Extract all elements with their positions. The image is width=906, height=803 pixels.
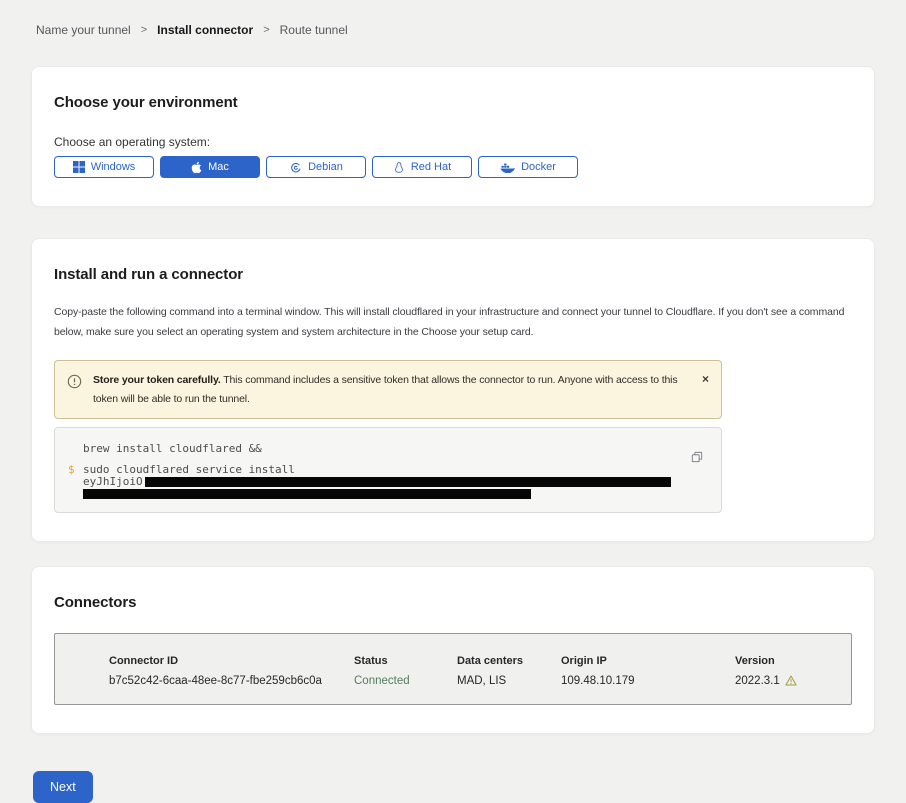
- os-button-label: Windows: [91, 161, 136, 173]
- table-row: b7c52c42-6caa-48ee-8c77-fbe259cb6c0a Con…: [109, 675, 851, 687]
- breadcrumb-separator: >: [141, 24, 147, 36]
- breadcrumb-step-install-connector[interactable]: Install connector: [157, 23, 253, 37]
- os-button-label: Mac: [208, 161, 229, 173]
- install-card-title: Install and run a connector: [54, 266, 852, 283]
- code-line-token-continued: [83, 488, 681, 500]
- header-origin-ip: Origin IP: [561, 655, 735, 667]
- choose-environment-card: Choose your environment Choose an operat…: [31, 66, 875, 207]
- cell-origin-ip: 109.48.10.179: [561, 675, 735, 687]
- header-data-centers: Data centers: [457, 655, 561, 667]
- connectors-card-title: Connectors: [54, 594, 852, 611]
- install-instructions: Copy-paste the following command into a …: [54, 302, 852, 343]
- status-badge: Connected: [354, 675, 457, 687]
- token-warning-text: Store your token carefully. This command…: [93, 374, 677, 405]
- code-line-sudo: $ sudo cloudflared service install: [83, 464, 681, 476]
- shell-prompt: $: [68, 464, 75, 476]
- install-connector-card: Install and run a connector Copy-paste t…: [31, 238, 875, 542]
- cell-version: 2022.3.1: [735, 675, 851, 687]
- table-header-row: Connector ID Status Data centers Origin …: [109, 655, 851, 667]
- breadcrumb-separator: >: [263, 24, 269, 36]
- redhat-icon: [393, 161, 405, 174]
- cell-connector-id: b7c52c42-6caa-48ee-8c77-fbe259cb6c0a: [109, 675, 354, 687]
- copy-icon[interactable]: [691, 451, 703, 466]
- breadcrumb-step-name-your-tunnel[interactable]: Name your tunnel: [36, 23, 131, 37]
- environment-card-title: Choose your environment: [54, 94, 852, 111]
- os-button-group: Windows Mac Debian Red Hat Docker: [54, 156, 852, 178]
- warning-triangle-icon: [785, 675, 797, 686]
- debian-icon: [289, 161, 302, 174]
- info-icon: [67, 374, 82, 394]
- docker-icon: [500, 161, 515, 173]
- close-icon[interactable]: ×: [696, 371, 715, 387]
- os-button-label: Docker: [521, 161, 556, 173]
- os-button-label: Red Hat: [411, 161, 451, 173]
- header-version: Version: [735, 655, 851, 667]
- header-status: Status: [354, 655, 457, 667]
- os-button-debian[interactable]: Debian: [266, 156, 366, 178]
- os-button-windows[interactable]: Windows: [54, 156, 154, 178]
- token-warning-banner: Store your token carefully. This command…: [54, 360, 722, 419]
- breadcrumb: Name your tunnel > Install connector > R…: [0, 0, 906, 37]
- code-line-token: eyJhIjoiO: [83, 476, 681, 488]
- redaction-bar: [145, 477, 671, 487]
- os-button-redhat[interactable]: Red Hat: [372, 156, 472, 178]
- windows-icon: [73, 161, 85, 173]
- breadcrumb-step-route-tunnel[interactable]: Route tunnel: [280, 23, 348, 37]
- token-warning-title: Store your token carefully.: [93, 374, 221, 386]
- apple-icon: [191, 161, 202, 174]
- code-line-brew: brew install cloudflared &&: [83, 443, 681, 455]
- os-select-label: Choose an operating system:: [54, 135, 852, 149]
- os-button-label: Debian: [308, 161, 343, 173]
- connectors-table: Connector ID Status Data centers Origin …: [54, 633, 852, 705]
- next-button[interactable]: Next: [33, 771, 93, 803]
- cell-data-centers: MAD, LIS: [457, 675, 561, 687]
- os-button-docker[interactable]: Docker: [478, 156, 578, 178]
- connectors-card: Connectors Connector ID Status Data cent…: [31, 566, 875, 734]
- install-command-codeblock: brew install cloudflared && $ sudo cloud…: [54, 427, 722, 513]
- header-connector-id: Connector ID: [109, 655, 354, 667]
- token-prefix: eyJhIjoiO: [83, 475, 143, 488]
- redaction-bar: [83, 489, 531, 499]
- os-button-mac[interactable]: Mac: [160, 156, 260, 178]
